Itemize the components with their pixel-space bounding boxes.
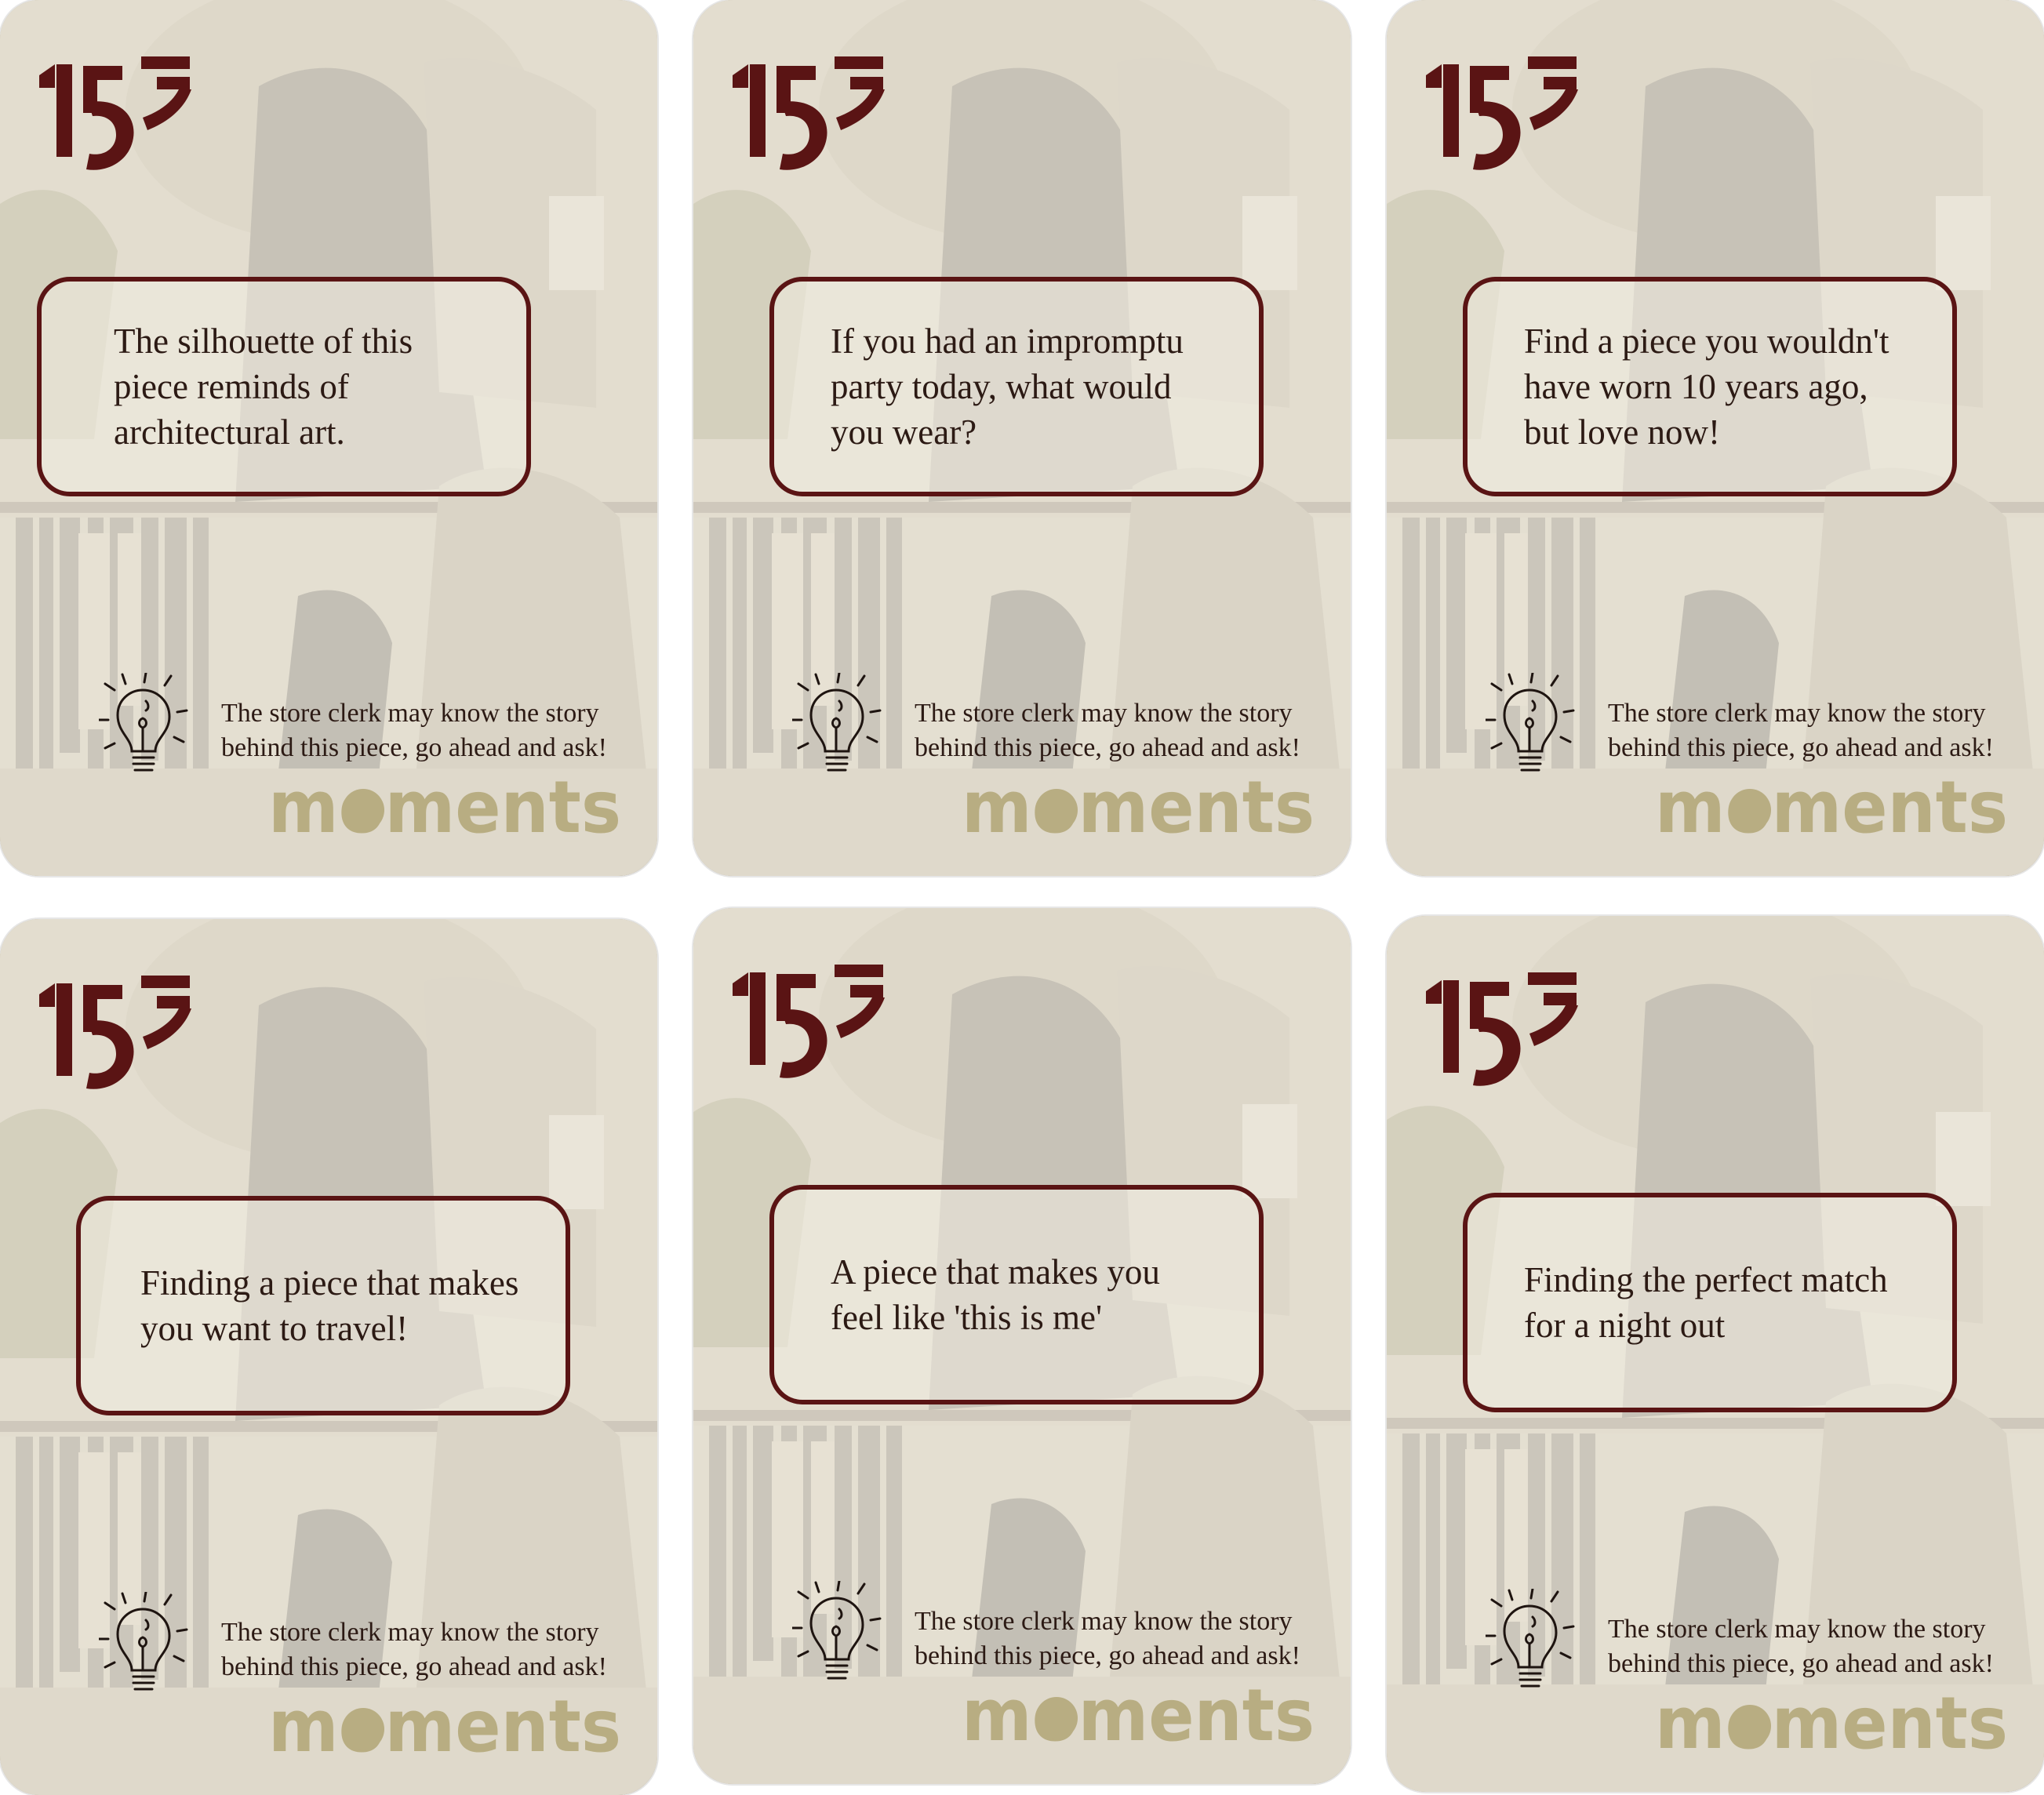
hint-text: The store clerk may know the story behin…: [221, 699, 607, 762]
157-logo: [1426, 972, 1581, 1090]
prompt-card: A piece that makes you feel like 'this i…: [693, 908, 1351, 1784]
hint-text: The store clerk may know the story behin…: [1608, 1615, 1994, 1678]
prompt-text: A piece that makes you feel like 'this i…: [831, 1252, 1160, 1337]
prompt-box: If you had an impromptu party today, wha…: [769, 277, 1264, 496]
hint-text: The store clerk may know the story behin…: [1608, 699, 1994, 762]
moments-logo: [268, 1691, 621, 1764]
prompt-box: The silhouette of this piece reminds of …: [37, 277, 531, 496]
prompt-card: Find a piece you wouldn't have worn 10 y…: [1387, 0, 2044, 876]
moments-logo: [1655, 1688, 2008, 1760]
lightbulb-icon: [1486, 673, 1581, 776]
157-logo: [39, 56, 195, 174]
157-logo: [1426, 56, 1581, 174]
lightbulb-icon: [792, 673, 888, 776]
hint-text: The store clerk may know the story behin…: [221, 1618, 607, 1681]
prompt-text: Finding a piece that makes you want to t…: [140, 1263, 519, 1348]
prompt-box: Finding the perfect match for a night ou…: [1463, 1193, 1957, 1412]
157-logo: [733, 965, 888, 1082]
lightbulb-icon: [1486, 1589, 1581, 1692]
lightbulb-icon: [99, 1592, 195, 1695]
moments-logo: [962, 772, 1315, 845]
prompt-card: Finding the perfect match for a night ou…: [1387, 916, 2044, 1792]
prompt-box: A piece that makes you feel like 'this i…: [769, 1185, 1264, 1404]
moments-logo: [268, 772, 621, 845]
lightbulb-icon: [99, 673, 195, 776]
157-logo: [733, 56, 888, 174]
prompt-text: Find a piece you wouldn't have worn 10 y…: [1524, 322, 1889, 452]
hint-text: The store clerk may know the story behin…: [915, 1607, 1300, 1670]
prompt-text: The silhouette of this piece reminds of …: [114, 322, 413, 452]
lightbulb-icon: [792, 1581, 888, 1684]
prompt-card: The silhouette of this piece reminds of …: [0, 0, 657, 876]
moments-logo: [962, 1681, 1315, 1753]
prompt-card: Finding a piece that makes you want to t…: [0, 919, 657, 1795]
prompt-box: Finding a piece that makes you want to t…: [76, 1196, 570, 1415]
157-logo: [39, 976, 195, 1093]
prompt-text: Finding the perfect match for a night ou…: [1524, 1260, 1888, 1345]
hint-text: The store clerk may know the story behin…: [915, 699, 1300, 762]
prompt-card: If you had an impromptu party today, wha…: [693, 0, 1351, 876]
prompt-text: If you had an impromptu party today, wha…: [831, 322, 1184, 452]
moments-logo: [1655, 772, 2008, 845]
prompt-box: Find a piece you wouldn't have worn 10 y…: [1463, 277, 1957, 496]
